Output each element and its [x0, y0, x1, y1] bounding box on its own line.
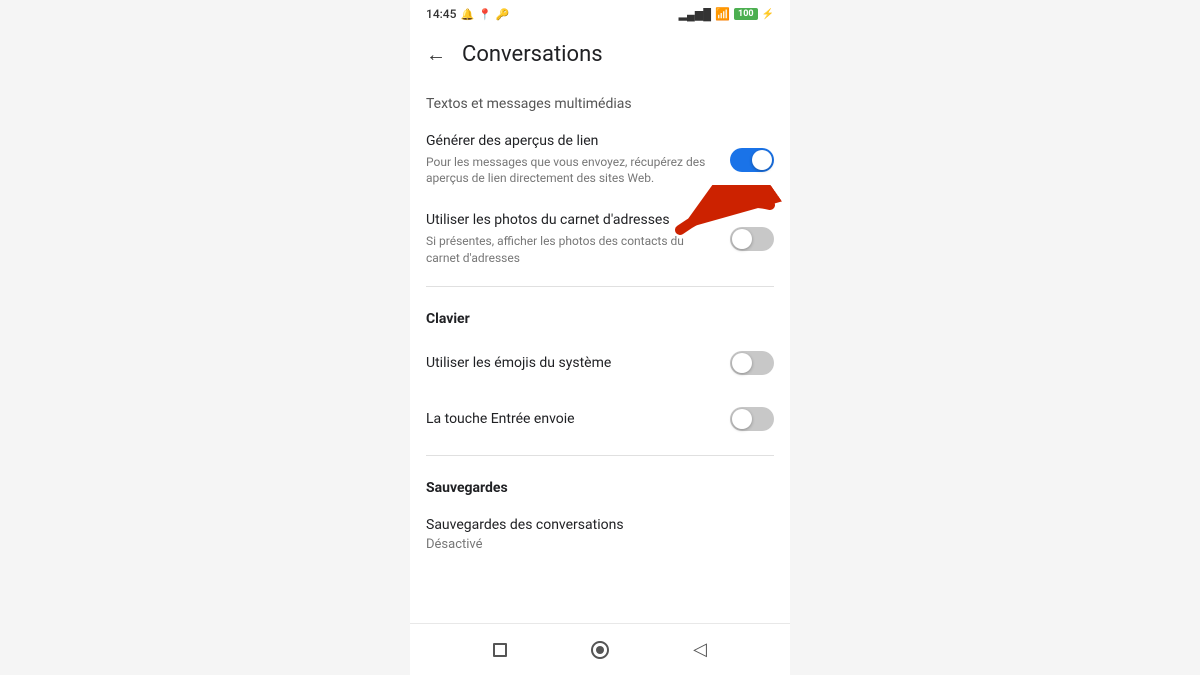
notification-icon: 🔔 [460, 8, 474, 21]
status-indicators: ▂▄▆█ 📶 100 ⚡ [679, 7, 774, 21]
setting-text-sauvegardes: Sauvegardes des conversations Désactivé [426, 516, 774, 552]
app-bar: ← Conversations [410, 28, 790, 80]
time-display: 14:45 [426, 7, 456, 21]
nav-recents-button[interactable] [488, 638, 512, 662]
page-title: Conversations [462, 42, 603, 67]
signal-icon: ▂▄▆█ [679, 8, 712, 21]
nav-circle-icon [591, 641, 609, 659]
battery-indicator: 100 [734, 8, 758, 20]
setting-label-generer: Générer des aperçus de lien [426, 132, 718, 152]
location-icon: 📍 [478, 8, 492, 21]
toggle-generer-apercus[interactable] [730, 148, 774, 172]
back-button[interactable]: ← [426, 42, 446, 67]
setting-text-emojis: Utiliser les émojis du système [426, 354, 730, 374]
bottom-nav: ◁ [410, 623, 790, 675]
setting-text-entree: La touche Entrée envoie [426, 410, 730, 430]
toggle-thumb-emojis [732, 353, 752, 373]
divider-1 [426, 286, 774, 287]
setting-text-photos: Utiliser les photos du carnet d'adresses… [426, 211, 730, 266]
status-bar: 14:45 🔔 📍 🔑 ▂▄▆█ 📶 100 ⚡ [410, 0, 790, 28]
settings-content: Textos et messages multimédias Générer d… [410, 80, 790, 623]
phone-screen: 14:45 🔔 📍 🔑 ▂▄▆█ 📶 100 ⚡ ← Conversations… [410, 0, 790, 675]
nav-square-icon [493, 643, 507, 657]
toggle-entree[interactable] [730, 407, 774, 431]
setting-sublabel-sauvegardes: Désactivé [426, 537, 762, 552]
wifi-icon: 📶 [715, 7, 730, 21]
nav-back-button[interactable]: ◁ [688, 638, 712, 662]
divider-2 [426, 455, 774, 456]
setting-desc-photos: Si présentes, afficher les photos des co… [426, 233, 718, 267]
toggle-thumb-photos [732, 229, 752, 249]
clavier-section-title: Clavier [410, 295, 790, 335]
setting-item-emojis[interactable]: Utiliser les émojis du système [410, 335, 790, 391]
toggle-emojis[interactable] [730, 351, 774, 375]
status-time: 14:45 🔔 📍 🔑 [426, 7, 510, 21]
setting-item-entree[interactable]: La touche Entrée envoie [410, 391, 790, 447]
setting-item-sauvegardes[interactable]: Sauvegardes des conversations Désactivé [410, 504, 790, 564]
toggle-utiliser-photos[interactable] [730, 227, 774, 251]
key-icon: 🔑 [496, 8, 510, 21]
sauvegardes-section-title: Sauvegardes [410, 464, 790, 504]
setting-label-photos: Utiliser les photos du carnet d'adresses [426, 211, 718, 231]
nav-back-icon: ◁ [693, 639, 707, 660]
charging-icon: ⚡ [762, 9, 774, 20]
setting-text-generer: Générer des aperçus de lien Pour les mes… [426, 132, 730, 187]
textos-section-header: Textos et messages multimédias [410, 80, 790, 120]
setting-label-sauvegardes: Sauvegardes des conversations [426, 516, 762, 536]
setting-label-entree: La touche Entrée envoie [426, 410, 718, 430]
toggle-thumb-entree [732, 409, 752, 429]
nav-home-button[interactable] [588, 638, 612, 662]
setting-label-emojis: Utiliser les émojis du système [426, 354, 718, 374]
setting-item-generer-apercus[interactable]: Générer des aperçus de lien Pour les mes… [410, 120, 790, 199]
setting-item-utiliser-photos[interactable]: Utiliser les photos du carnet d'adresses… [410, 199, 790, 278]
setting-desc-generer: Pour les messages que vous envoyez, récu… [426, 154, 718, 188]
toggle-thumb-generer [752, 150, 772, 170]
